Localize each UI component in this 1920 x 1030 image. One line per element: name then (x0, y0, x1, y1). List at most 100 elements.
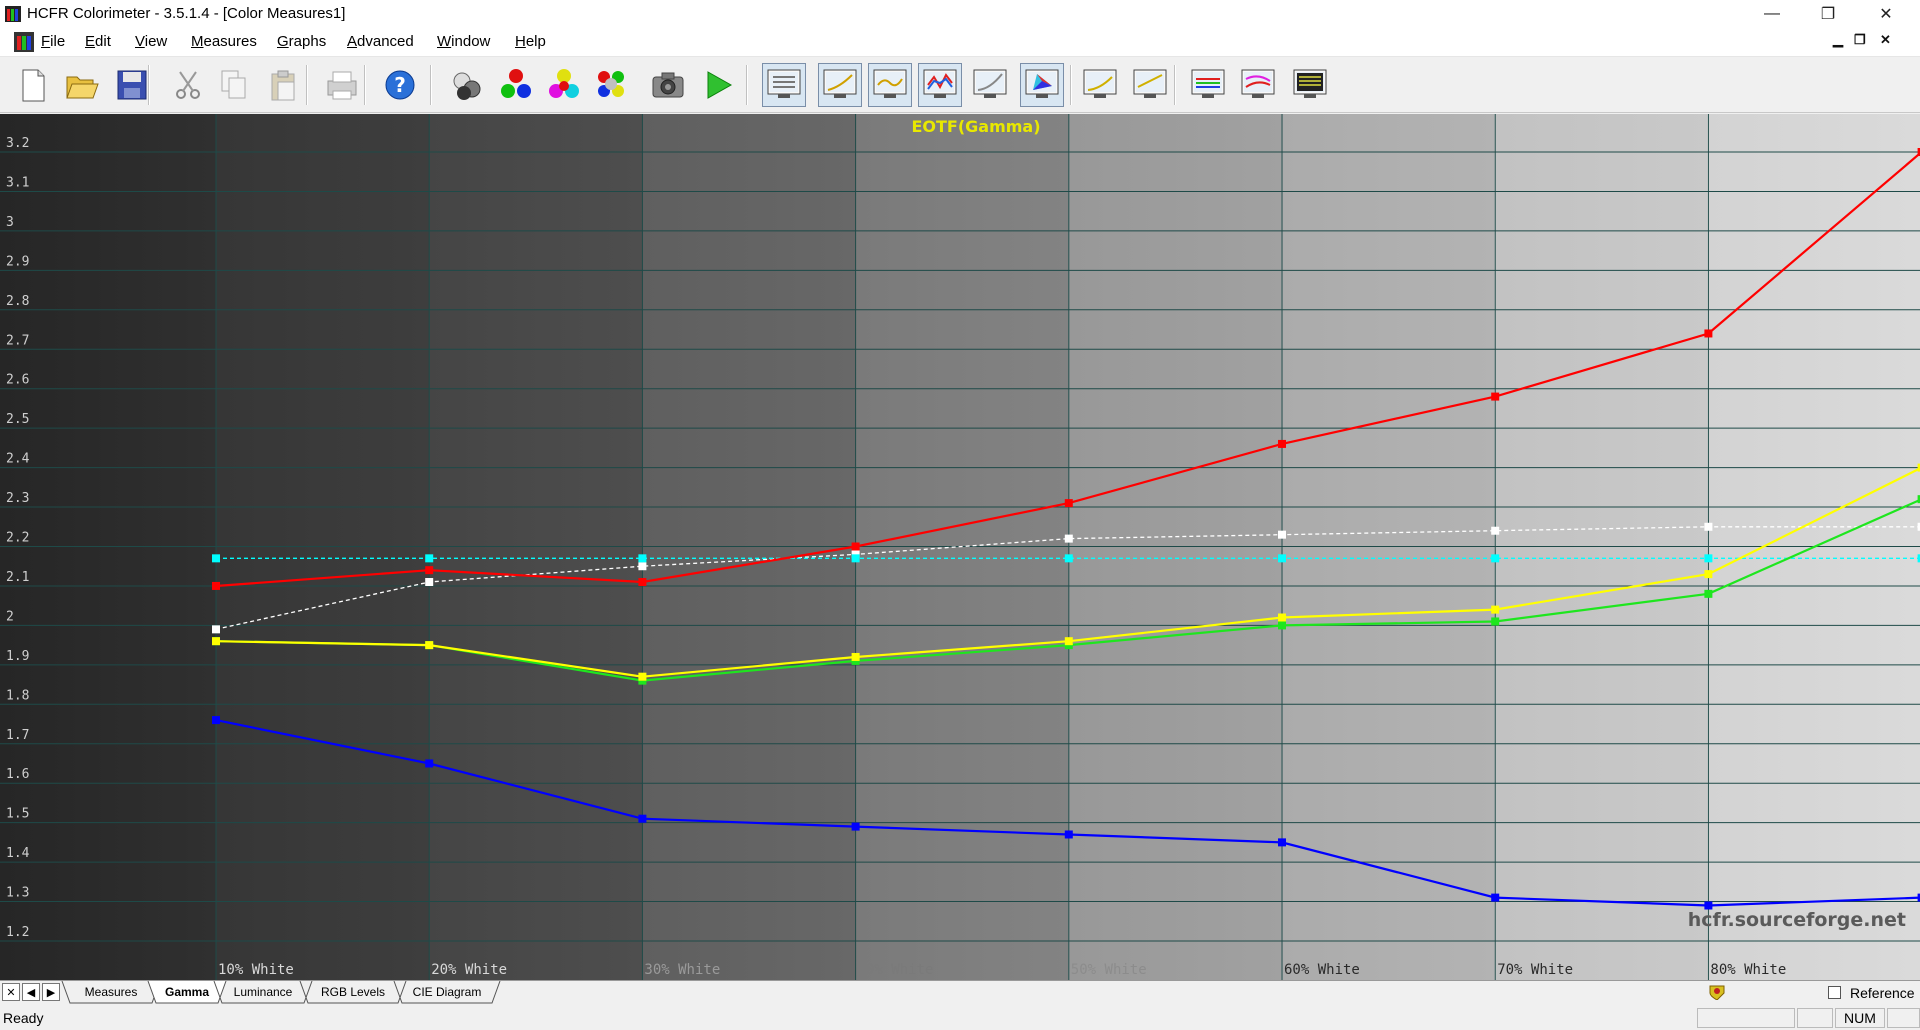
help-button[interactable]: ? (378, 63, 422, 107)
y-tick-label: 2.6 (6, 373, 29, 388)
document-app-icon[interactable] (14, 32, 34, 52)
data-point-yellow (1704, 570, 1713, 579)
menu-bar: File Edit View Measures Graphs Advanced Window… (0, 28, 1920, 57)
new-document-button[interactable] (12, 63, 56, 107)
toolbar-separator (746, 65, 748, 105)
measure-primaries-icon (501, 69, 531, 98)
child-restore-button[interactable]: ❐ (1854, 32, 1866, 48)
tab-gamma[interactable]: Gamma (156, 981, 218, 1003)
menu-graphs[interactable]: Graphs (277, 33, 326, 50)
menu-window[interactable]: Window (437, 33, 490, 50)
status-panel-1 (1697, 1008, 1795, 1028)
capture-camera-icon (652, 72, 684, 98)
data-point-red (212, 581, 220, 590)
view-cie-diagram-icon (1025, 69, 1059, 98)
data-point-red (425, 566, 434, 575)
data-point-yellow (1064, 637, 1073, 646)
view-cie-button[interactable] (968, 63, 1012, 107)
menu-help[interactable]: Help (515, 33, 546, 50)
view-measures-icon (767, 69, 801, 98)
capture-camera-button[interactable] (646, 63, 690, 107)
child-minimize-button[interactable]: ▁ (1833, 32, 1843, 48)
data-point-gray (1064, 534, 1073, 543)
view-rgb-levels-icon (923, 69, 957, 98)
toolbar-separator (1070, 65, 1072, 105)
x-tick-label: 30% White (644, 962, 720, 978)
window-title: HCFR Colorimeter - 3.5.1.4 - [Color Meas… (27, 5, 346, 22)
restore-icon: ❐ (1820, 6, 1836, 23)
data-point-blue (638, 814, 647, 823)
minimize-icon: — (1764, 5, 1780, 22)
copy-button[interactable] (212, 63, 256, 107)
data-point-reference (1278, 554, 1286, 563)
tab-measures[interactable]: Measures (70, 981, 152, 1003)
view-cie-diagram-button[interactable] (1020, 63, 1064, 107)
y-tick-label: 1.5 (6, 807, 29, 822)
x-tick-label: 40% White (858, 962, 934, 978)
save-button[interactable] (110, 63, 154, 107)
measure-grayscale-button[interactable] (446, 63, 490, 107)
data-point-yellow (1278, 613, 1286, 622)
status-bar: Ready NUM (0, 1005, 1920, 1030)
view-near-white-button[interactable] (1128, 63, 1172, 107)
print-button[interactable] (320, 63, 364, 107)
data-point-yellow (1491, 605, 1500, 614)
view-saturation-shift-button[interactable] (1236, 63, 1280, 107)
view-free-measures-icon (1293, 69, 1327, 98)
reference-checkbox[interactable] (1828, 986, 1841, 999)
view-free-measures-button[interactable] (1288, 63, 1332, 107)
minimize-button[interactable]: — (1744, 0, 1800, 28)
data-point-gray (1278, 530, 1286, 539)
view-near-black-button[interactable] (1078, 63, 1122, 107)
toolbar-separator (1174, 65, 1176, 105)
open-folder-button[interactable] (60, 63, 104, 107)
y-tick-label: 1.9 (6, 649, 29, 664)
menu-measures[interactable]: Measures (191, 33, 257, 50)
measure-secondaries-button[interactable] (542, 63, 586, 107)
view-gamma-button[interactable] (818, 63, 862, 107)
data-point-blue (1278, 838, 1286, 847)
open-folder-icon (66, 76, 99, 99)
view-cie-icon (973, 69, 1007, 98)
toolbar: ? (0, 57, 1920, 113)
svg-text:?: ? (394, 73, 406, 97)
x-tick-label: 70% White (1497, 962, 1573, 978)
data-point-blue (1064, 830, 1073, 839)
data-point-reference (851, 554, 860, 563)
view-saturation-button[interactable] (1186, 63, 1230, 107)
menu-file[interactable]: File (41, 33, 65, 50)
data-point-blue (212, 716, 220, 725)
restore-button[interactable]: ❐ (1800, 0, 1856, 28)
y-tick-label: 2.7 (6, 333, 29, 348)
view-luminance-button[interactable] (868, 63, 912, 107)
view-luminance-icon (873, 69, 907, 98)
data-point-yellow (212, 637, 220, 646)
hcfr-app-icon (5, 6, 21, 22)
menu-view[interactable]: View (135, 33, 167, 50)
y-tick-label: 2.1 (6, 570, 29, 585)
paste-button[interactable] (262, 63, 306, 107)
y-tick-label: 3.2 (6, 136, 29, 151)
data-point-reference (425, 554, 434, 563)
tab-rgb-levels[interactable]: RGB Levels (308, 981, 398, 1003)
view-measures-button[interactable] (762, 63, 806, 107)
menu-edit[interactable]: Edit (85, 33, 111, 50)
view-rgb-levels-button[interactable] (918, 63, 962, 107)
view-near-white-icon (1133, 69, 1167, 98)
data-point-gray (638, 562, 647, 571)
run-play-icon (707, 71, 733, 99)
gamma-graph: 3.2 3.1 3 2.9 2.8 2.7 2.6 2.5 2.4 2.3 2.2 2.1 2 1.9 1.… (0, 114, 1920, 980)
run-play-button[interactable] (696, 63, 740, 107)
tab-luminance[interactable]: Luminance (222, 981, 304, 1003)
tab-cie-diagram[interactable]: CIE Diagram (402, 981, 492, 1003)
data-point-red (1704, 329, 1713, 338)
data-point-green (1491, 617, 1500, 626)
measure-primaries-button[interactable] (494, 63, 538, 107)
save-icon (117, 70, 147, 100)
menu-advanced[interactable]: Advanced (347, 33, 414, 50)
num-indicator: NUM (1835, 1008, 1885, 1028)
measure-all-colors-button[interactable] (590, 63, 634, 107)
close-button[interactable]: ✕ (1858, 0, 1914, 28)
child-close-button[interactable]: ✕ (1880, 32, 1891, 48)
cut-button[interactable] (166, 63, 210, 107)
